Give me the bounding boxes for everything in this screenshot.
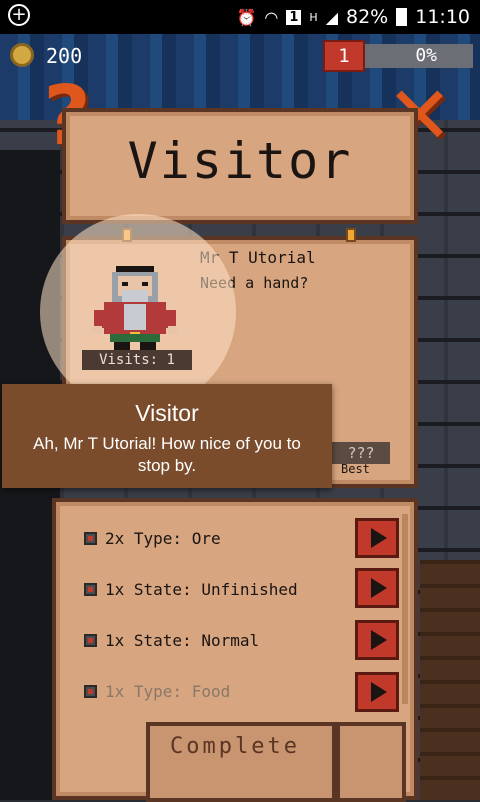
complete-button-label: Complete [170,734,300,759]
visits-counter: Visits: 1 [82,350,192,370]
task-label: 1x State: Normal [105,630,260,650]
coin-icon [10,43,34,67]
list-item: 1x State: Normal [84,627,354,653]
signal-icon: ◢ [325,7,338,27]
task-label: 1x Type: Food [105,681,231,701]
list-item: 2x Type: Ore [84,525,354,551]
checkbox-icon [84,684,97,698]
tooltip-body: Ah, Mr T Utorial! How nice of you to sto… [33,434,301,475]
alarm-icon: ⏰ [236,7,257,27]
scrollbar[interactable] [402,514,408,704]
battery-percent: 82% [346,6,389,28]
checkbox-icon [84,633,97,647]
wooden-floor [420,560,480,800]
progress-bar: 0% [365,44,473,68]
checkbox-icon [84,531,97,545]
task-play-button[interactable] [355,518,399,558]
network-type-label: H [309,10,318,24]
tooltip-title: Visitor [135,400,199,426]
task-play-button[interactable] [355,620,399,660]
task-label: 1x State: Unfinished [105,579,298,599]
coin-count: 200 [46,44,83,68]
list-item: 1x State: Unfinished [84,576,354,602]
clock: 11:10 [415,6,470,28]
best-label: Best [341,462,370,476]
task-play-button[interactable] [355,568,399,608]
secondary-button[interactable] [336,722,406,802]
title-panel: Visitor [62,108,418,224]
task-play-button[interactable] [355,672,399,712]
level-badge: 1 [323,40,365,72]
visitor-avatar [92,266,178,350]
lamp-icon [346,228,356,242]
checkbox-icon [84,582,97,596]
tutorial-tooltip[interactable]: Visitor Ah, Mr T Utorial! How nice of yo… [2,384,332,488]
sim-slot-icon: 1 [286,9,302,25]
page-title: Visitor [127,132,353,190]
best-value: ??? [332,442,390,464]
status-icons: ⏰ ◠ 1 H ◢ 82% 11:10 [236,6,470,28]
list-item: 1x Type: Food [84,678,354,704]
wifi-icon: ◠ [264,7,279,27]
add-icon: + [8,4,30,26]
status-bar: + ⏰ ◠ 1 H ◢ 82% 11:10 [0,0,480,34]
battery-icon [396,8,408,26]
task-label: 2x Type: Ore [105,528,221,548]
